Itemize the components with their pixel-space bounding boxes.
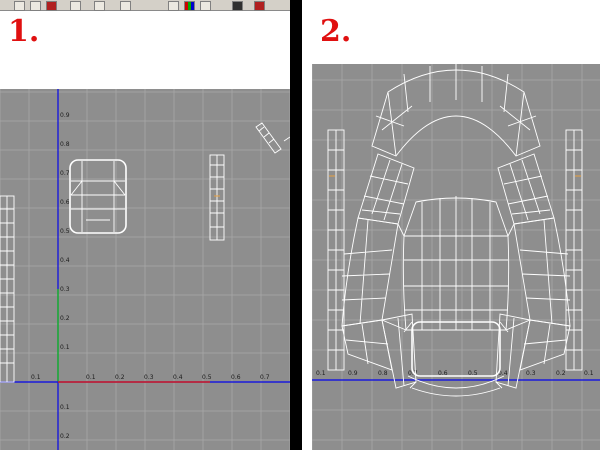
v-tick: 0.4 xyxy=(60,257,70,264)
u-tick: 0.5 xyxy=(202,374,212,381)
uv-panel-1: 1. 1 0.9 0.8 0.7 0.6 0.5 0.4 0.3 0.2 0.1… xyxy=(0,0,290,450)
u-tick: 0.1 xyxy=(584,370,594,377)
uv-shell-door-left[interactable] xyxy=(357,153,415,225)
v-tick: 0.5 xyxy=(60,228,70,235)
uv-shell-body[interactable] xyxy=(341,196,571,331)
coords-icon[interactable] xyxy=(14,1,25,11)
v-tick: 0.2 xyxy=(60,433,70,440)
v-tick: 0.1 xyxy=(60,404,70,411)
uv-checker-icon[interactable] xyxy=(168,1,179,11)
uv-viewport-1[interactable]: 1 0.9 0.8 0.7 0.6 0.5 0.4 0.3 0.2 0.1 0.… xyxy=(0,89,290,450)
panel-divider xyxy=(290,0,302,450)
uv-shell-door-right[interactable] xyxy=(497,153,555,225)
u-tick: 0.8 xyxy=(378,370,388,377)
sphere-icon[interactable] xyxy=(200,1,211,11)
u-tick: 0.4 xyxy=(173,374,183,381)
u-tick: 0.9 xyxy=(348,370,358,377)
uv-shell-side-left[interactable] xyxy=(0,195,15,383)
select-box-icon[interactable] xyxy=(70,1,81,11)
uv-viewport-2[interactable]: 0.1 0.9 0.8 0.7 0.6 0.5 0.4 0.3 0.2 0.1 xyxy=(312,64,600,450)
u-tick: 0.6 xyxy=(231,374,241,381)
v-tick: 0.2 xyxy=(60,315,70,322)
u-tick: 0.2 xyxy=(556,370,566,377)
u-tick: 0.1 xyxy=(31,374,41,381)
uv-toolbar xyxy=(0,0,290,11)
v-tick: 0.6 xyxy=(60,199,70,206)
v-tick: 0.7 xyxy=(60,170,70,177)
v-tick: 0.9 xyxy=(60,112,70,119)
uv-shell-body[interactable] xyxy=(69,159,127,234)
v-tick: 0.1 xyxy=(60,344,70,351)
u-tick: 0.1 xyxy=(86,374,96,381)
copy-icon[interactable] xyxy=(94,1,105,11)
pin-icon[interactable] xyxy=(46,1,57,11)
v-tick: 0.8 xyxy=(60,141,70,148)
uv-shell-side-right[interactable] xyxy=(209,154,225,241)
u-tick: 0.1 xyxy=(316,370,326,377)
move-icon[interactable] xyxy=(30,1,41,11)
stack-icon[interactable] xyxy=(120,1,131,11)
panel-label: 2. xyxy=(320,14,352,49)
color-icon[interactable] xyxy=(184,1,195,11)
u-tick: 0.3 xyxy=(144,374,154,381)
u-tick: 0.2 xyxy=(115,374,125,381)
panel-label: 1. xyxy=(8,14,40,49)
paint-icon[interactable] xyxy=(254,1,265,11)
u-tick: 0.3 xyxy=(526,370,536,377)
gear-icon[interactable] xyxy=(232,1,243,11)
v-tick: 0.3 xyxy=(60,286,70,293)
u-tick: 0.7 xyxy=(260,374,270,381)
uv-panel-2: 2. 0.1 0.9 0.8 0.7 0.6 0.5 0.4 0.3 0.2 0… xyxy=(302,0,600,450)
